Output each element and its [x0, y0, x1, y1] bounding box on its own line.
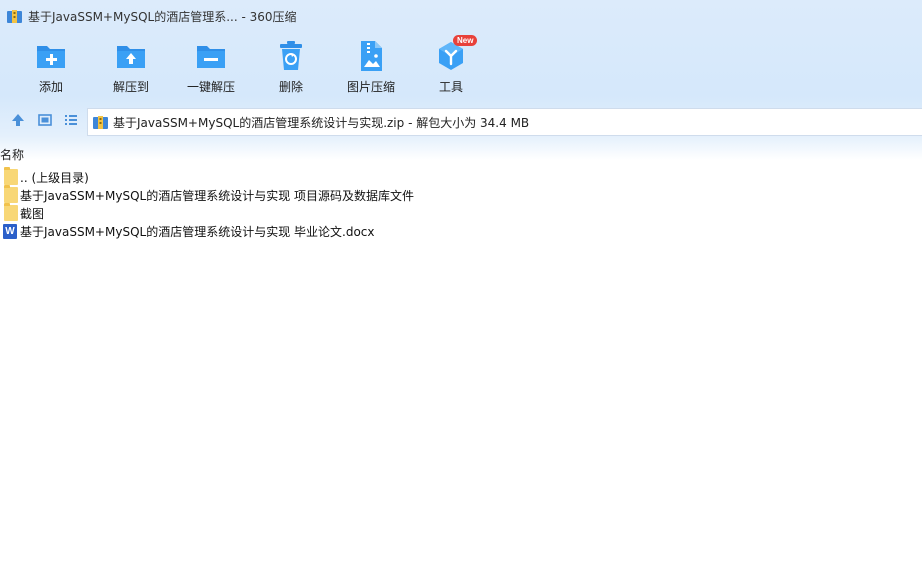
delete-icon: [275, 40, 307, 72]
thumbnail-view-icon[interactable]: [36, 111, 54, 129]
extract-to-label: 解压到: [112, 80, 149, 94]
file-name: 截图: [20, 206, 45, 221]
new-badge: New: [453, 35, 478, 46]
file-name: 基于JavaSSM+MySQL的酒店管理系统设计与实现 项目源码及数据库文件: [20, 188, 415, 203]
window-title: 基于JavaSSM+MySQL的酒店管理系... - 360压缩: [28, 9, 297, 24]
folder-icon: [4, 167, 18, 185]
image-compress-label: 图片压缩: [346, 80, 395, 94]
toolbar: 添加 解压到 一键解压 删除 图片压缩 New 工具: [0, 35, 922, 98]
one-click-extract-icon: [195, 40, 227, 72]
image-compress-button[interactable]: 图片压缩: [331, 36, 411, 98]
address-bar[interactable]: 基于JavaSSM+MySQL的酒店管理系统设计与实现.zip - 解包大小为 …: [87, 108, 922, 136]
file-name: .. (上级目录): [20, 170, 89, 185]
folder-icon: [4, 185, 18, 203]
tools-label: 工具: [438, 80, 463, 94]
address-text: 基于JavaSSM+MySQL的酒店管理系统设计与实现.zip - 解包大小为 …: [113, 115, 530, 130]
list-view-icon[interactable]: [62, 111, 80, 129]
delete-label: 删除: [278, 80, 303, 94]
navigation-row: 基于JavaSSM+MySQL的酒店管理系统设计与实现.zip - 解包大小为 …: [0, 106, 922, 136]
folder-icon: [4, 203, 18, 221]
word-document-icon: W: [3, 223, 17, 239]
file-list: .. (上级目录) 基于JavaSSM+MySQL的酒店管理系统设计与实现 项目…: [0, 167, 922, 240]
archive-icon: [7, 9, 22, 24]
up-arrow-icon[interactable]: [9, 111, 27, 129]
tools-icon: New: [435, 35, 478, 72]
add-label: 添加: [38, 80, 63, 94]
column-header-name[interactable]: 名称: [0, 146, 922, 166]
extract-to-button[interactable]: 解压到: [91, 36, 171, 98]
file-name: 基于JavaSSM+MySQL的酒店管理系统设计与实现 毕业论文.docx: [20, 224, 375, 239]
list-item[interactable]: 基于JavaSSM+MySQL的酒店管理系统设计与实现 项目源码及数据库文件: [0, 185, 922, 204]
list-item[interactable]: .. (上级目录): [0, 167, 922, 186]
delete-button[interactable]: 删除: [251, 36, 331, 98]
list-item[interactable]: 截图: [0, 203, 922, 222]
add-button[interactable]: 添加: [11, 36, 91, 98]
tools-button[interactable]: New 工具: [411, 35, 491, 98]
list-item[interactable]: W 基于JavaSSM+MySQL的酒店管理系统设计与实现 毕业论文.docx: [0, 222, 922, 240]
archive-icon: [93, 115, 108, 130]
add-icon: [35, 40, 67, 72]
image-compress-icon: [355, 40, 387, 72]
extract-to-icon: [115, 40, 147, 72]
one-click-extract-label: 一键解压: [186, 80, 235, 94]
one-click-extract-button[interactable]: 一键解压: [171, 36, 251, 98]
title-bar: 基于JavaSSM+MySQL的酒店管理系... - 360压缩: [0, 0, 922, 32]
